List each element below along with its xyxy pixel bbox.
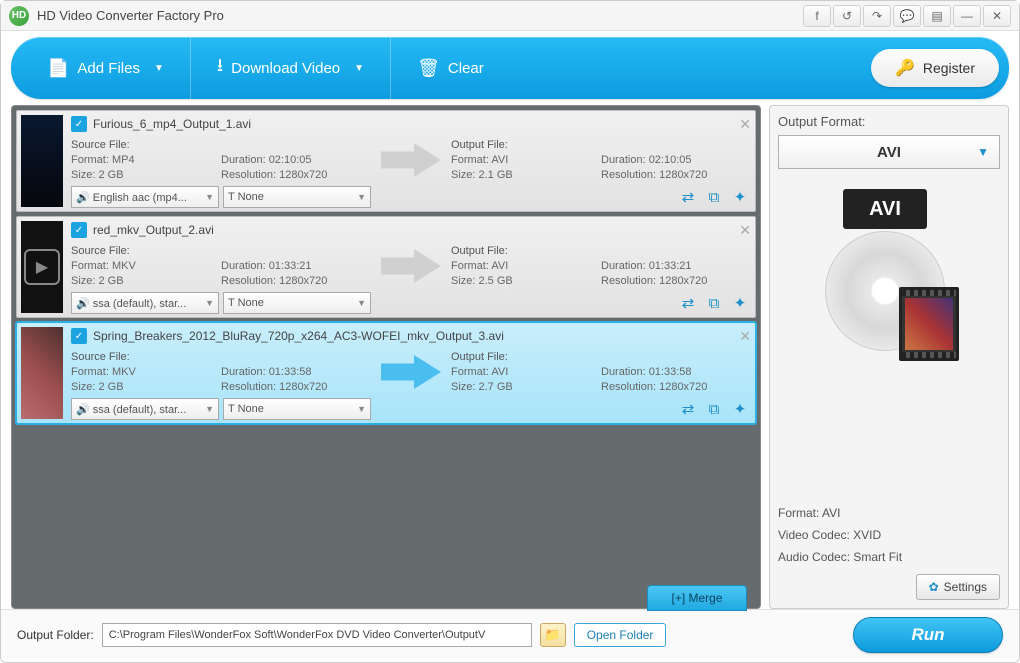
file-name: Spring_Breakers_2012_BluRay_720p_x264_AC… <box>93 329 504 343</box>
output-folder-path[interactable]: C:\Program Files\WonderFox Soft\WonderFo… <box>102 623 532 647</box>
app-logo: HD <box>9 6 29 26</box>
acodec-info: Audio Codec: Smart Fit <box>778 546 1000 568</box>
menu-icon[interactable]: ▤ <box>923 5 951 27</box>
thumbnail[interactable] <box>21 327 63 419</box>
checkbox[interactable]: ✓ <box>71 222 87 238</box>
arrow-icon <box>381 143 441 177</box>
subtitle-select[interactable]: T None▼ <box>223 292 371 314</box>
add-files-button[interactable]: 📄Add Files▼ <box>21 37 190 99</box>
thumbnail[interactable] <box>21 115 63 207</box>
shuffle-icon[interactable]: ⇄ <box>677 292 699 314</box>
file-list: ✓Furious_6_mp4_Output_1.avi✕ Source File… <box>11 105 761 609</box>
trash-icon: 🗑 <box>417 58 440 79</box>
audio-track-select[interactable]: 🔊 English aac (mp4...▼ <box>71 186 219 208</box>
effects-icon[interactable]: ✦ <box>729 398 751 420</box>
audio-track-select[interactable]: 🔊 ssa (default), star...▼ <box>71 398 219 420</box>
chevron-down-icon: ▼ <box>354 63 364 74</box>
checkbox[interactable]: ✓ <box>71 116 87 132</box>
redo-icon[interactable]: ↷ <box>863 5 891 27</box>
settings-button[interactable]: ✿Settings <box>916 574 1000 600</box>
gear-icon: ✿ <box>929 580 939 594</box>
arrow-icon <box>381 355 441 389</box>
subtitle-select[interactable]: T None▼ <box>223 398 371 420</box>
close-icon[interactable]: ✕ <box>983 5 1011 27</box>
register-button[interactable]: 🔑Register <box>871 49 999 87</box>
format-preview: AVI <box>819 189 959 389</box>
app-title: HD Video Converter Factory Pro <box>37 8 803 23</box>
add-file-icon: 📄 <box>47 58 69 79</box>
thumbnail[interactable]: ▶ <box>21 221 63 313</box>
subtitle-select[interactable]: T None▼ <box>223 186 371 208</box>
crop-icon[interactable]: ⧉ <box>703 292 725 314</box>
output-folder-label: Output Folder: <box>17 628 94 642</box>
file-item[interactable]: ✓Furious_6_mp4_Output_1.avi✕ Source File… <box>16 110 756 212</box>
file-name: Furious_6_mp4_Output_1.avi <box>93 117 251 131</box>
chevron-down-icon: ▼ <box>154 63 164 74</box>
feedback-icon[interactable]: 💬 <box>893 5 921 27</box>
audio-track-select[interactable]: 🔊 ssa (default), star...▼ <box>71 292 219 314</box>
remove-icon[interactable]: ✕ <box>739 222 751 239</box>
clear-button[interactable]: 🗑Clear <box>390 37 510 99</box>
arrow-icon <box>381 249 441 283</box>
output-format-panel: Output Format: AVI▼ AVI Format: AVI Vide… <box>769 105 1009 609</box>
shuffle-icon[interactable]: ⇄ <box>677 186 699 208</box>
vcodec-info: Video Codec: XVID <box>778 524 1000 546</box>
merge-button[interactable]: [+] Merge <box>647 585 747 611</box>
effects-icon[interactable]: ✦ <box>729 186 751 208</box>
file-item[interactable]: ▶ ✓red_mkv_Output_2.avi✕ Source File:For… <box>16 216 756 318</box>
chevron-down-icon: ▼ <box>977 145 989 159</box>
download-video-button[interactable]: ⭳Download Video▼ <box>190 37 390 99</box>
minimize-icon[interactable]: — <box>953 5 981 27</box>
download-icon: ⭳ <box>217 53 223 83</box>
file-item-selected[interactable]: ✓ Spring_Breakers_2012_BluRay_720p_x264_A… <box>16 322 756 424</box>
browse-folder-button[interactable]: 📁 <box>540 623 566 647</box>
output-format-select[interactable]: AVI▼ <box>778 135 1000 169</box>
output-format-header: Output Format: <box>778 114 1000 129</box>
remove-icon[interactable]: ✕ <box>739 328 751 345</box>
checkbox[interactable]: ✓ <box>71 328 87 344</box>
facebook-icon[interactable]: f <box>803 5 831 27</box>
run-button[interactable]: Run <box>853 617 1003 653</box>
crop-icon[interactable]: ⧉ <box>703 398 725 420</box>
format-info: Format: AVI <box>778 502 1000 524</box>
file-name: red_mkv_Output_2.avi <box>93 223 214 237</box>
undo-icon[interactable]: ↺ <box>833 5 861 27</box>
open-folder-button[interactable]: Open Folder <box>574 623 667 647</box>
play-icon: ▶ <box>24 249 60 285</box>
register-icon: 🔑 <box>895 58 915 78</box>
crop-icon[interactable]: ⧉ <box>703 186 725 208</box>
effects-icon[interactable]: ✦ <box>729 292 751 314</box>
shuffle-icon[interactable]: ⇄ <box>677 398 699 420</box>
remove-icon[interactable]: ✕ <box>739 116 751 133</box>
